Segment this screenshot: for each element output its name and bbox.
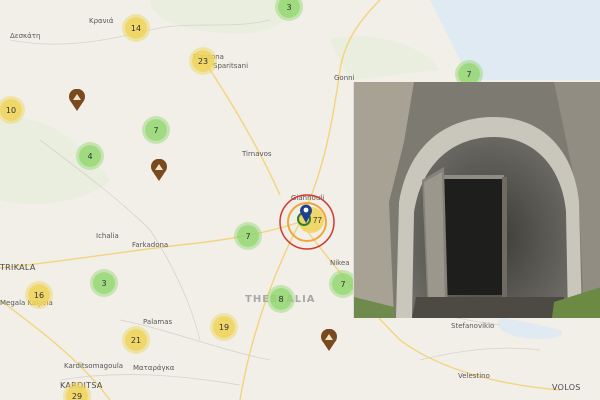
cluster-marker[interactable]: 16 xyxy=(28,284,50,306)
place-label: Palamas xyxy=(143,318,173,326)
bunker-marker-icon[interactable] xyxy=(68,89,86,111)
cluster-marker[interactable]: 8 xyxy=(270,288,292,310)
cluster-marker[interactable]: 7 xyxy=(332,273,354,295)
lake xyxy=(498,318,562,339)
cluster-marker[interactable]: 23 xyxy=(192,50,214,72)
place-label: Nikea xyxy=(330,259,350,267)
location-photo-preview xyxy=(353,82,600,318)
sea-area xyxy=(430,0,600,80)
cluster-marker[interactable]: 3 xyxy=(93,272,115,294)
place-label: Velestino xyxy=(458,372,490,380)
cluster-marker[interactable]: 4 xyxy=(79,145,101,167)
cluster-marker[interactable]: 21 xyxy=(125,329,147,351)
place-label: VOLOS xyxy=(552,383,581,392)
place-label: Ματαράγκα xyxy=(133,364,175,372)
place-label: Gonni xyxy=(334,74,355,82)
place-label: Ichalia xyxy=(96,232,119,240)
bunker-marker-icon[interactable] xyxy=(320,329,338,351)
bunker-marker-icon[interactable] xyxy=(150,159,168,181)
bunker-photo xyxy=(354,82,600,318)
place-label: Δεσκάτη xyxy=(10,32,41,40)
place-label: Tirnavos xyxy=(242,150,272,158)
place-label: Stefanovikio xyxy=(451,322,495,330)
cluster-marker[interactable]: 19 xyxy=(213,316,235,338)
selected-cluster-count: 77 xyxy=(313,216,322,225)
place-label: Karditsomagoula xyxy=(64,362,124,370)
place-label: Κρανιά xyxy=(89,17,114,25)
place-label: TRIKALA xyxy=(0,263,36,272)
cluster-marker[interactable]: 29 xyxy=(66,385,88,400)
location-pin-icon xyxy=(300,204,312,223)
selected-cluster[interactable]: 77 xyxy=(278,194,338,254)
map-canvas[interactable]: Κρανιά Δεσκάτη Elassona Sparitsani Gonni… xyxy=(0,0,600,400)
cluster-marker[interactable]: 7 xyxy=(237,225,259,247)
place-label: Farkadona xyxy=(132,241,169,249)
cluster-marker[interactable]: 7 xyxy=(145,119,167,141)
place-label: Sparitsani xyxy=(213,62,249,70)
cluster-marker[interactable]: 14 xyxy=(125,17,147,39)
cluster-marker[interactable]: 10 xyxy=(0,99,22,121)
